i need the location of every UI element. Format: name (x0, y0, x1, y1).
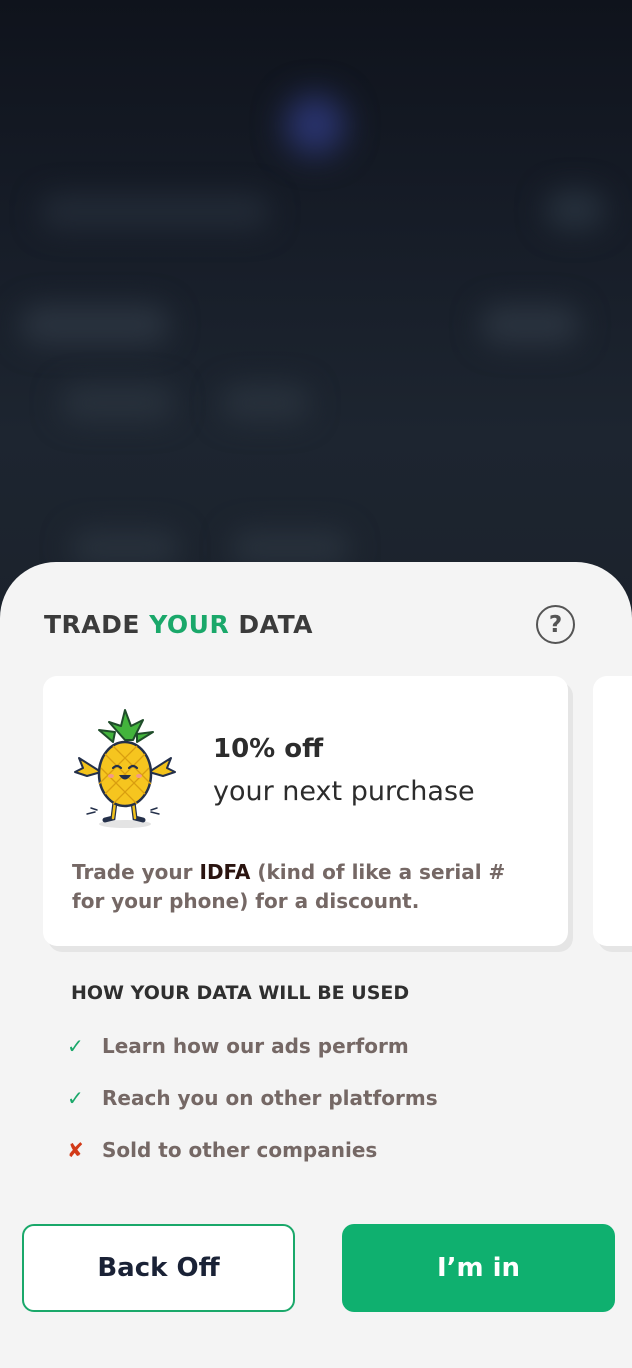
background-blur-shape (285, 95, 345, 155)
data-usage-heading: HOW YOUR DATA WILL BE USED (71, 982, 410, 1004)
background-blur-shape (40, 195, 270, 229)
usage-label: Learn how our ads perform (102, 1034, 409, 1058)
offer-description: Trade your IDFA (kind of like a serial #… (72, 860, 506, 913)
sheet-title: TRADE YOUR DATA (44, 610, 314, 639)
title-accent: YOUR (149, 610, 230, 639)
offer-subtitle: your next purchase (213, 776, 475, 807)
back-off-button[interactable]: Back Off (22, 1224, 295, 1312)
background-blur-shape (70, 530, 180, 566)
background-blur-shape (220, 385, 310, 421)
background-blur-shape (230, 530, 350, 566)
check-icon: ✓ (67, 1034, 84, 1058)
im-in-button[interactable]: I’m in (342, 1224, 615, 1312)
background-blur-shape (20, 305, 170, 345)
trade-data-bottom-sheet: TRADE YOUR DATA ? 10% off your next purc… (0, 562, 632, 1368)
question-icon: ? (548, 611, 563, 638)
blurred-background-app (0, 0, 632, 620)
offer-card[interactable]: 10% off your next purchase Trade your ID… (43, 676, 568, 946)
usage-label: Sold to other companies (102, 1138, 378, 1162)
background-blur-shape (545, 190, 605, 230)
usage-label: Reach you on other platforms (102, 1086, 438, 1110)
help-button[interactable]: ? (536, 605, 575, 644)
idfa-term: IDFA (199, 860, 251, 884)
next-offer-card-peek[interactable] (593, 676, 632, 946)
offer-title: 10% off (213, 734, 324, 764)
background-blur-shape (60, 385, 175, 421)
cross-icon: ✘ (67, 1138, 84, 1162)
check-icon: ✓ (67, 1086, 84, 1110)
background-blur-shape (480, 305, 580, 345)
pineapple-mascot-icon (74, 709, 176, 828)
